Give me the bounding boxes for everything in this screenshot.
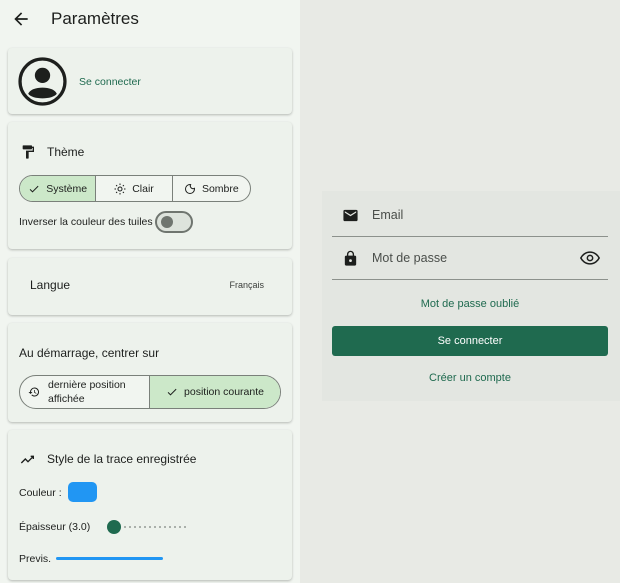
- language-label: Langue: [30, 278, 71, 292]
- theme-option-label: Système: [46, 182, 88, 195]
- account-card: Se connecter: [8, 48, 292, 114]
- thickness-label: Épaisseur (3.0): [19, 521, 91, 533]
- startup-option-label-line1: dernière position: [48, 379, 126, 391]
- theme-title: Thème: [47, 145, 85, 159]
- preview-label: Previs.: [19, 553, 52, 565]
- trace-style-card: Style de la trace enregistrée Couleur : …: [8, 430, 292, 580]
- invert-tiles-toggle[interactable]: [155, 211, 193, 233]
- language-card[interactable]: Langue Français: [8, 258, 292, 315]
- invert-tiles-label: Inverser la couleur des tuiles: [19, 216, 153, 228]
- forgot-password-link[interactable]: Mot de passe oublié: [332, 298, 608, 310]
- color-label: Couleur :: [19, 487, 62, 499]
- theme-option-dark[interactable]: Sombre: [173, 176, 250, 201]
- create-account-link[interactable]: Créer un compte: [332, 372, 608, 384]
- trending-line-icon: [20, 455, 34, 464]
- settings-panel: Paramètres Se connecter Thème Système Cl…: [0, 0, 300, 583]
- page-title: Paramètres: [51, 9, 139, 28]
- email-icon: [343, 209, 358, 222]
- login-link[interactable]: Se connecter: [79, 76, 141, 88]
- lock-icon: [344, 250, 357, 266]
- toggle-knob: [161, 216, 173, 228]
- language-value: Français: [229, 280, 264, 290]
- paint-roller-icon: [22, 145, 34, 159]
- startup-title: Au démarrage, centrer sur: [19, 346, 160, 360]
- startup-option-current-position[interactable]: position courante: [150, 376, 280, 408]
- theme-option-system[interactable]: Système: [20, 176, 97, 201]
- thickness-slider-track[interactable]: [114, 526, 186, 528]
- password-field[interactable]: Mot de passe: [332, 236, 608, 280]
- theme-segmented-control: Système Clair Sombre: [19, 175, 251, 202]
- thickness-slider-thumb[interactable]: [107, 520, 121, 534]
- theme-option-label: Sombre: [201, 182, 239, 195]
- password-label: Mot de passe: [372, 251, 448, 265]
- trace-style-title: Style de la trace enregistrée: [47, 452, 197, 466]
- history-icon: [28, 387, 40, 397]
- app-bar: Paramètres: [0, 0, 300, 40]
- sun-icon: [114, 183, 126, 194]
- moon-icon: [184, 183, 195, 194]
- check-icon: [167, 388, 177, 396]
- eye-icon[interactable]: [580, 248, 600, 268]
- startup-segmented-control: dernière position affichée position cour…: [19, 375, 281, 409]
- theme-option-light[interactable]: Clair: [96, 176, 173, 201]
- startup-option-label: position courante: [184, 386, 264, 398]
- email-field[interactable]: Email: [332, 193, 608, 237]
- startup-option-last-position[interactable]: dernière position affichée: [20, 376, 151, 408]
- startup-option-label-line2: affichée: [48, 393, 85, 405]
- arrow-back-icon[interactable]: [11, 9, 31, 29]
- submit-login-button[interactable]: Se connecter: [332, 326, 608, 356]
- check-icon: [29, 185, 39, 192]
- email-label: Email: [372, 208, 404, 222]
- account-circle-icon: [18, 57, 67, 106]
- theme-option-label: Clair: [132, 182, 154, 195]
- startup-card: Au démarrage, centrer sur dernière posit…: [8, 323, 292, 422]
- theme-card: Thème Système Clair Sombre Inverser la c: [8, 122, 292, 249]
- color-swatch[interactable]: [68, 482, 97, 502]
- trace-preview-line: [56, 557, 163, 560]
